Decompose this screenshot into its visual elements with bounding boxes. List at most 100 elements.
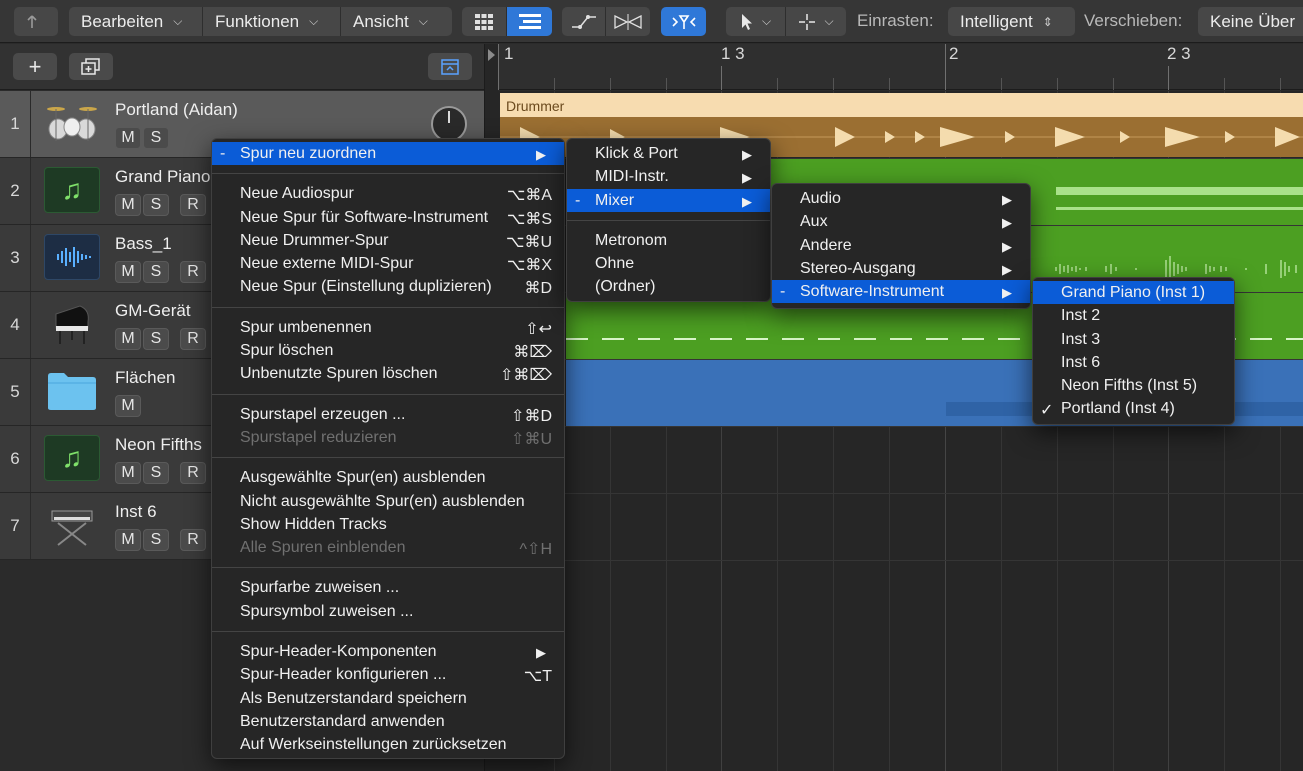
menu-item-create-track-stack[interactable]: Spurstapel erzeugen ... ⇧⌘D bbox=[212, 403, 564, 426]
solo-button[interactable]: S bbox=[143, 462, 169, 484]
track-name[interactable]: GM-Gerät bbox=[115, 301, 191, 321]
menu-item-folder[interactable]: (Ordner) bbox=[567, 275, 770, 298]
menu-item-label: Metronom bbox=[595, 231, 668, 249]
drummer-region-header[interactable]: Drummer bbox=[500, 93, 1303, 117]
ruler-tick bbox=[1168, 66, 1169, 90]
ruler[interactable]: 1 1 3 2 2 3 bbox=[498, 44, 1303, 90]
music-note-icon: ♫ bbox=[44, 435, 100, 481]
solo-button[interactable]: S bbox=[143, 194, 169, 216]
menu-item-new-audio-track[interactable]: Neue Audiospur ⌥⌘A bbox=[212, 182, 564, 205]
menu-item-audio[interactable]: Audio ▶ bbox=[772, 187, 1030, 210]
mute-button[interactable]: M bbox=[115, 328, 141, 350]
menu-item-label: Neue Audiospur bbox=[240, 185, 354, 203]
pointer-tool-button[interactable]: ⌵ bbox=[726, 7, 786, 36]
track-context-menu: - Spur neu zuordnen ▶ Neue Audiospur ⌥⌘A … bbox=[211, 138, 565, 759]
menu-item-track-header-components[interactable]: Spur-Header-Komponenten ▶ bbox=[212, 640, 564, 663]
menu-item-click-port[interactable]: Klick & Port ▶ bbox=[567, 142, 770, 165]
menu-item-stereo-output[interactable]: Stereo-Ausgang ▶ bbox=[772, 257, 1030, 280]
catch-button[interactable] bbox=[661, 7, 706, 36]
flex-button[interactable] bbox=[606, 7, 650, 36]
mute-button[interactable]: M bbox=[115, 194, 141, 216]
menu-item-mixer[interactable]: - Mixer ▶ bbox=[567, 188, 770, 212]
menu-item-software-instrument[interactable]: - Software-Instrument ▶ bbox=[772, 280, 1030, 304]
functions-menu-label: Funktionen bbox=[215, 11, 300, 31]
menu-item-label: Show Hidden Tracks bbox=[240, 515, 387, 533]
add-track-button[interactable]: + bbox=[13, 53, 57, 80]
track-name[interactable]: Neon Fifths bbox=[115, 435, 202, 455]
solo-button[interactable]: S bbox=[143, 261, 169, 283]
marquee-tool-button[interactable]: ⌵ bbox=[786, 7, 846, 36]
mute-button[interactable]: M bbox=[115, 395, 141, 417]
global-tracks-button[interactable] bbox=[428, 53, 472, 80]
menu-item-new-drummer-track[interactable]: Neue Drummer-Spur ⌥⌘U bbox=[212, 229, 564, 252]
menu-item-apply-user-default[interactable]: Benutzerstandard anwenden bbox=[212, 710, 564, 733]
track-number: 7 bbox=[0, 493, 31, 559]
menu-item-grand-piano-inst1[interactable]: Grand Piano (Inst 1) bbox=[1033, 281, 1234, 305]
mute-button[interactable]: M bbox=[115, 127, 141, 149]
menu-item-none[interactable]: Ohne bbox=[567, 252, 770, 275]
drag-select[interactable]: Keine Über bbox=[1198, 7, 1303, 36]
menu-item-shortcut: ⌥⌘U bbox=[506, 233, 552, 251]
menu-item-inst3[interactable]: Inst 3 bbox=[1033, 328, 1234, 351]
menu-separator bbox=[212, 306, 564, 308]
track-name[interactable]: Bass_1 bbox=[115, 234, 172, 254]
solo-button[interactable]: S bbox=[143, 328, 169, 350]
menu-item-assign-track-icon[interactable]: Spursymbol zuweisen ... bbox=[212, 600, 564, 623]
track-number: 4 bbox=[0, 292, 31, 358]
menu-item-save-user-default[interactable]: Als Benutzerstandard speichern bbox=[212, 687, 564, 710]
menu-item-new-external-midi-track[interactable]: Neue externe MIDI-Spur ⌥⌘X bbox=[212, 252, 564, 275]
music-note-icon: ♫ bbox=[44, 167, 100, 213]
menu-item-aux[interactable]: Aux ▶ bbox=[772, 210, 1030, 233]
view-menu[interactable]: Ansicht ⌵ bbox=[341, 7, 452, 36]
snap-value: Intelligent bbox=[960, 11, 1033, 31]
menu-item-configure-track-header[interactable]: Spur-Header konfigurieren ... ⌥T bbox=[212, 663, 564, 686]
menu-item-portland-inst4[interactable]: ✓ Portland (Inst 4) bbox=[1033, 397, 1234, 420]
menu-item-reset-to-factory[interactable]: Auf Werkseinstellungen zurücksetzen bbox=[212, 733, 564, 756]
bar-marker: 2 3 bbox=[1167, 44, 1191, 63]
menu-item-label: Als Benutzerstandard speichern bbox=[240, 689, 467, 707]
menu-item-shortcut: ⇧⌘D bbox=[511, 407, 552, 425]
menu-item-inst6[interactable]: Inst 6 bbox=[1033, 351, 1234, 374]
menu-item-other[interactable]: Andere ▶ bbox=[772, 234, 1030, 257]
menu-item-midi-instr[interactable]: MIDI-Instr. ▶ bbox=[567, 165, 770, 188]
record-button[interactable]: R bbox=[180, 328, 206, 350]
track-name[interactable]: Flächen bbox=[115, 368, 175, 388]
menu-item-unhide-all-tracks: Alle Spuren einblenden ^⇧H bbox=[212, 536, 564, 559]
track-name[interactable]: Inst 6 bbox=[115, 502, 157, 522]
back-arrow-button[interactable] bbox=[14, 7, 58, 36]
edit-menu[interactable]: Bearbeiten ⌵ bbox=[69, 7, 203, 36]
track-name[interactable]: Grand Piano bbox=[115, 167, 210, 187]
automation-button[interactable] bbox=[562, 7, 606, 36]
menu-item-delete-unused-tracks[interactable]: Unbenutzte Spuren löschen ⇧⌘⌦ bbox=[212, 362, 564, 385]
list-view-button[interactable] bbox=[507, 7, 552, 36]
menu-item-reassign-track[interactable]: - Spur neu zuordnen ▶ bbox=[212, 142, 564, 166]
submenu-arrow-icon: ▶ bbox=[1002, 285, 1012, 301]
record-button[interactable]: R bbox=[180, 261, 206, 283]
menu-item-delete-track[interactable]: Spur löschen ⌘⌦ bbox=[212, 339, 564, 362]
marquee-tool-icon bbox=[799, 13, 816, 30]
menu-item-hide-unselected-tracks[interactable]: Nicht ausgewählte Spur(en) ausblenden bbox=[212, 490, 564, 513]
mute-button[interactable]: M bbox=[115, 261, 141, 283]
record-button[interactable]: R bbox=[180, 194, 206, 216]
menu-item-hide-selected-tracks[interactable]: Ausgewählte Spur(en) ausblenden bbox=[212, 466, 564, 489]
duplicate-track-button[interactable] bbox=[69, 53, 113, 80]
track-name[interactable]: Portland (Aidan) bbox=[115, 100, 238, 120]
solo-button[interactable]: S bbox=[143, 127, 169, 149]
record-button[interactable]: R bbox=[180, 462, 206, 484]
menu-item-duplicate-track[interactable]: Neue Spur (Einstellung duplizieren) ⌘D bbox=[212, 275, 564, 298]
menu-item-neon-fifths-inst5[interactable]: Neon Fifths (Inst 5) bbox=[1033, 374, 1234, 397]
menu-item-show-hidden-tracks[interactable]: Show Hidden Tracks bbox=[212, 513, 564, 536]
snap-select[interactable]: Intelligent ⇕ bbox=[948, 7, 1075, 36]
record-button[interactable]: R bbox=[180, 529, 206, 551]
grid-view-button[interactable] bbox=[462, 7, 507, 36]
menu-item-assign-track-color[interactable]: Spurfarbe zuweisen ... bbox=[212, 576, 564, 599]
functions-menu[interactable]: Funktionen ⌵ bbox=[203, 7, 341, 36]
menu-item-metronome[interactable]: Metronom bbox=[567, 229, 770, 252]
mute-button[interactable]: M bbox=[115, 529, 141, 551]
menu-item-inst2[interactable]: Inst 2 bbox=[1033, 304, 1234, 327]
menu-item-new-software-instrument-track[interactable]: Neue Spur für Software-Instrument ⌥⌘S bbox=[212, 206, 564, 229]
mute-button[interactable]: M bbox=[115, 462, 141, 484]
volume-knob[interactable] bbox=[431, 106, 467, 142]
menu-item-rename-track[interactable]: Spur umbenennen ⇧↩ bbox=[212, 316, 564, 339]
solo-button[interactable]: S bbox=[143, 529, 169, 551]
